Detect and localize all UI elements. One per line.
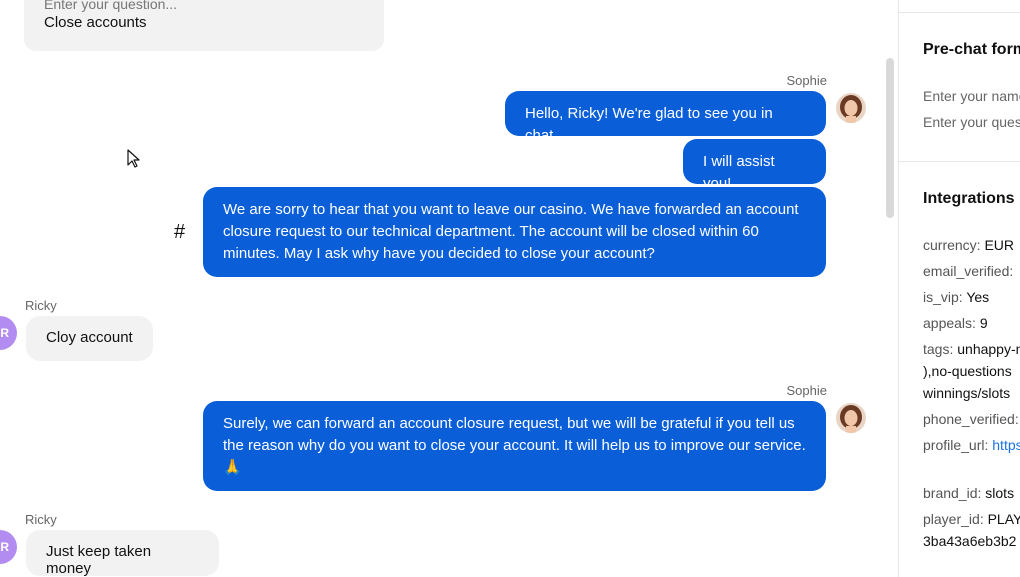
integration-field: brand_id: slots bbox=[923, 485, 1015, 501]
integration-field: currency: EUR bbox=[923, 237, 1015, 253]
mouse-cursor-icon bbox=[127, 149, 140, 168]
user-avatar: R bbox=[0, 316, 17, 350]
divider bbox=[899, 12, 1020, 13]
operator-message: We are sorry to hear that you want to le… bbox=[203, 187, 826, 277]
integrations-title: Integrations bbox=[923, 190, 1015, 207]
integration-field: email_verified: bbox=[923, 263, 1014, 279]
operator-avatar bbox=[836, 93, 866, 123]
integration-field[interactable]: profile_url: https 44 bbox=[923, 434, 1020, 456]
prechat-name-field: Enter your name bbox=[923, 88, 1020, 104]
question-answer: Close accounts bbox=[44, 14, 147, 31]
sender-name: Ricky bbox=[25, 298, 57, 313]
user-avatar: R bbox=[0, 530, 17, 564]
operator-avatar bbox=[836, 403, 866, 433]
operator-message: I will assist you! bbox=[683, 139, 826, 192]
sender-name: Ricky bbox=[25, 512, 57, 527]
chat-thread: Enter your question... Close accounts So… bbox=[0, 0, 880, 577]
integration-field: tags: unhappy-ndb ),no-questions winning… bbox=[923, 341, 1020, 401]
user-message: Just keep taken money bbox=[26, 530, 219, 577]
chat-scrollbar[interactable] bbox=[886, 58, 894, 218]
prechat-question-field: Enter your question bbox=[923, 114, 1020, 130]
prechat-answer-card: Enter your question... Close accounts bbox=[24, 0, 384, 51]
divider bbox=[899, 161, 1020, 162]
integration-field: phone_verified: bbox=[923, 411, 1019, 427]
integration-field: is_vip: Yes bbox=[923, 289, 990, 305]
user-message: Cloy account bbox=[26, 316, 153, 361]
sender-name: Sophie bbox=[786, 73, 827, 88]
prechat-form-title: Pre-chat form bbox=[923, 41, 1020, 58]
integration-field: appeals: 9 bbox=[923, 315, 988, 331]
sender-name: Sophie bbox=[786, 383, 827, 398]
operator-message: Surely, we can forward an account closur… bbox=[203, 401, 826, 491]
details-panel: Pre-chat form Enter your name Enter your… bbox=[898, 0, 1020, 577]
integration-field: player_id: PLAY 3ba43a6eb3b2 bbox=[923, 511, 1020, 549]
hash-icon[interactable]: # bbox=[174, 221, 185, 244]
question-placeholder: Enter your question... bbox=[44, 0, 178, 12]
profile-link: https 44 bbox=[992, 437, 1020, 453]
operator-message: Hello, Ricky! We're glad to see you in c… bbox=[505, 91, 826, 144]
